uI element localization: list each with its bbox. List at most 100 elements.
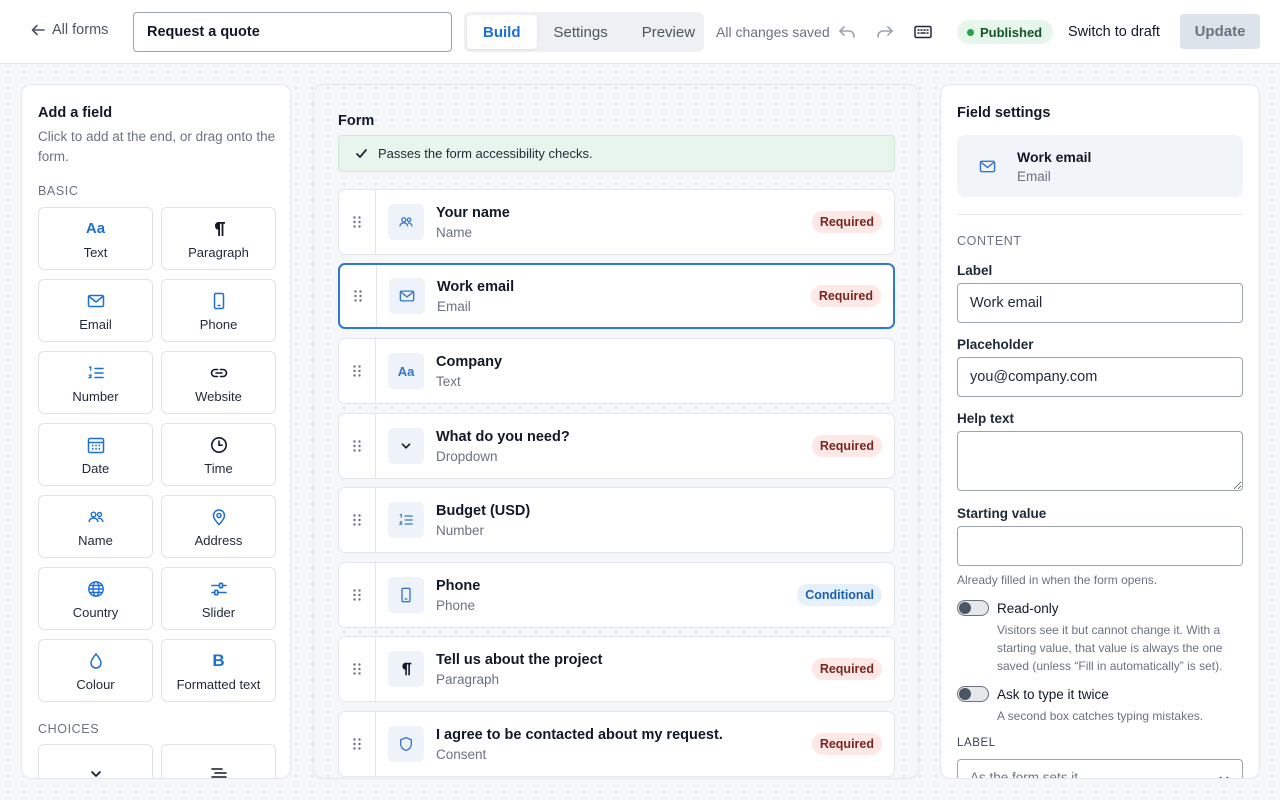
- drag-handle[interactable]: [340, 265, 377, 327]
- add-phone-field[interactable]: Phone: [161, 279, 276, 342]
- arrow-left-icon: [30, 22, 46, 38]
- drag-handle[interactable]: [339, 190, 376, 254]
- add-formatted-text-field[interactable]: B Formatted text: [161, 639, 276, 702]
- redo-button[interactable]: [873, 20, 897, 44]
- tab-preview[interactable]: Preview: [625, 15, 712, 49]
- keyboard-icon: [913, 22, 933, 42]
- drag-handle[interactable]: [339, 339, 376, 403]
- switch-to-draft-button[interactable]: Switch to draft: [1058, 14, 1170, 50]
- update-button[interactable]: Update: [1180, 14, 1260, 49]
- undo-button[interactable]: [835, 20, 859, 44]
- field-type: Dropdown: [436, 448, 498, 464]
- form-field-row[interactable]: I agree to be contacted about my request…: [338, 711, 895, 777]
- starting-value-input[interactable]: [957, 526, 1243, 566]
- add-colour-field[interactable]: Colour: [38, 639, 153, 702]
- shield-icon: [388, 726, 424, 762]
- basic-field-grid: Aa Text Paragraph Email Phone Number Web…: [38, 207, 276, 702]
- field-label: Phone: [436, 577, 481, 594]
- back-label: All forms: [52, 22, 109, 38]
- keyboard-shortcuts-button[interactable]: [911, 20, 935, 44]
- drag-handle[interactable]: [339, 563, 376, 627]
- add-paragraph-field[interactable]: Paragraph: [161, 207, 276, 270]
- drag-handle-icon: [350, 364, 364, 378]
- add-dropdown-field[interactable]: [38, 744, 153, 778]
- tab-build[interactable]: Build: [467, 15, 537, 49]
- paragraph-icon: [388, 651, 424, 687]
- drag-handle[interactable]: [339, 488, 376, 552]
- confirm-label-caption: LABEL: [957, 737, 996, 749]
- label-input[interactable]: [957, 283, 1243, 323]
- add-address-field[interactable]: Address: [161, 495, 276, 558]
- form-field-row[interactable]: Tell us about the project Paragraph Requi…: [338, 636, 895, 702]
- drag-handle-icon: [350, 588, 364, 602]
- content-section-label: CONTENT: [957, 234, 1022, 248]
- add-slider-field[interactable]: Slider: [161, 567, 276, 630]
- add-date-field[interactable]: Date: [38, 423, 153, 486]
- required-badge: Required: [811, 211, 882, 233]
- confirm-label-value: As the form sets it: [970, 770, 1079, 779]
- form-field-row[interactable]: Your name Name Required: [338, 189, 895, 255]
- form-title-input[interactable]: [133, 12, 452, 52]
- tile-label: Address: [194, 532, 243, 548]
- tile-label: Paragraph: [188, 244, 249, 260]
- help-text-input[interactable]: [957, 431, 1243, 491]
- add-number-field[interactable]: Number: [38, 351, 153, 414]
- confirm-label-select[interactable]: As the form sets it: [957, 759, 1243, 779]
- tab-settings[interactable]: Settings: [537, 15, 625, 49]
- drag-handle[interactable]: [339, 712, 376, 776]
- email-icon: [85, 290, 107, 312]
- form-field-row[interactable]: Aa Company Text: [338, 338, 895, 404]
- chevron-down-icon: [85, 763, 107, 778]
- tile-label: Colour: [76, 676, 115, 692]
- field-label: Company: [436, 353, 503, 370]
- divider: [957, 214, 1243, 215]
- form-field-row[interactable]: Budget (USD) Number: [338, 487, 895, 553]
- choices-section-label: CHOICES: [38, 722, 100, 736]
- back-to-forms-link[interactable]: All forms: [30, 22, 108, 38]
- selected-field-card: Work email Email: [957, 135, 1243, 197]
- add-list-field[interactable]: [161, 744, 276, 778]
- read-only-toggle[interactable]: [957, 600, 989, 616]
- type-twice-toggle[interactable]: [957, 686, 989, 702]
- add-name-field[interactable]: Name: [38, 495, 153, 558]
- phone-icon: [208, 290, 230, 312]
- add-time-field[interactable]: Time: [161, 423, 276, 486]
- drag-handle-icon: [350, 662, 364, 676]
- add-email-field[interactable]: Email: [38, 279, 153, 342]
- pin-icon: [208, 506, 230, 528]
- phone-icon: [388, 577, 424, 613]
- basic-section-label: BASIC: [38, 184, 79, 198]
- field-type: Name: [436, 224, 473, 240]
- add-country-field[interactable]: Country: [38, 567, 153, 630]
- field-type: Email: [437, 298, 471, 314]
- field-label: Budget (USD): [436, 502, 531, 519]
- placeholder-input[interactable]: [957, 357, 1243, 397]
- read-only-description: Visitors see it but cannot change it. Wi…: [997, 623, 1223, 673]
- drag-handle[interactable]: [339, 414, 376, 478]
- field-settings-title: Field settings: [957, 105, 1051, 121]
- tile-label: Number: [72, 388, 119, 404]
- add-text-field[interactable]: Aa Text: [38, 207, 153, 270]
- drag-handle[interactable]: [339, 637, 376, 701]
- add-website-field[interactable]: Website: [161, 351, 276, 414]
- globe-icon: [85, 578, 107, 600]
- label-field-label: Label: [957, 263, 993, 278]
- required-badge: Required: [810, 285, 881, 307]
- link-icon: [208, 362, 230, 384]
- tile-label: Name: [78, 532, 113, 548]
- clock-icon: [208, 434, 230, 456]
- tile-label: Date: [81, 460, 110, 476]
- accessibility-message: Passes the form accessibility checks.: [378, 146, 593, 161]
- status-dot-icon: [967, 28, 974, 36]
- selected-field-type: Email: [1017, 168, 1051, 184]
- tile-label: Time: [204, 460, 233, 476]
- drag-handle-icon: [350, 439, 364, 453]
- field-label: Work email: [437, 278, 515, 295]
- form-field-row-selected[interactable]: Work email Email Required: [338, 263, 895, 329]
- form-field-row[interactable]: Phone Phone Conditional: [338, 562, 895, 628]
- form-field-row[interactable]: What do you need? Dropdown Required: [338, 413, 895, 479]
- view-tabs: Build Settings Preview: [464, 12, 704, 52]
- list-icon: [208, 763, 230, 778]
- tile-label: Website: [195, 388, 242, 404]
- tile-label: Slider: [201, 604, 236, 620]
